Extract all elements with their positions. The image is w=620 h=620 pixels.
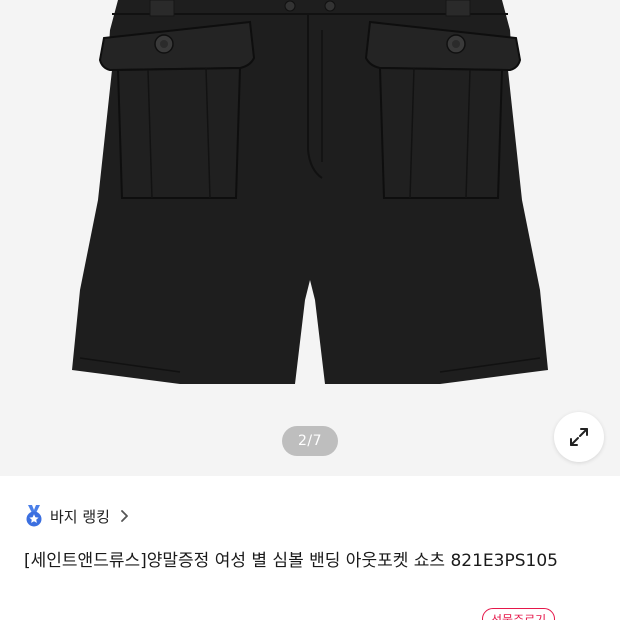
ranking-label: 바지 랭킹 xyxy=(50,507,110,526)
category-ranking-link[interactable]: 바지 랭킹 xyxy=(24,504,130,528)
product-detail-page: 2/7 바지 랭킹 [세인트앤드류스]양말증정 여성 별 심볼 밴딩 아웃포켓 … xyxy=(0,0,620,620)
expand-image-button[interactable] xyxy=(554,412,604,462)
product-image-gallery[interactable]: 2/7 xyxy=(0,0,620,476)
chevron-right-icon xyxy=(120,509,130,523)
gift-badge[interactable]: 선물주르기 xyxy=(482,608,556,620)
product-info-section: 바지 랭킹 [세인트앤드류스]양말증정 여성 별 심볼 밴딩 아웃포켓 쇼츠 8… xyxy=(0,476,620,620)
image-page-indicator: 2/7 xyxy=(282,426,338,456)
expand-arrows-icon xyxy=(570,428,588,446)
product-title: [세인트앤드류스]양말증정 여성 별 심볼 밴딩 아웃포켓 쇼츠 821E3PS… xyxy=(24,551,558,571)
medal-star-icon xyxy=(26,505,42,527)
product-image xyxy=(72,0,548,384)
